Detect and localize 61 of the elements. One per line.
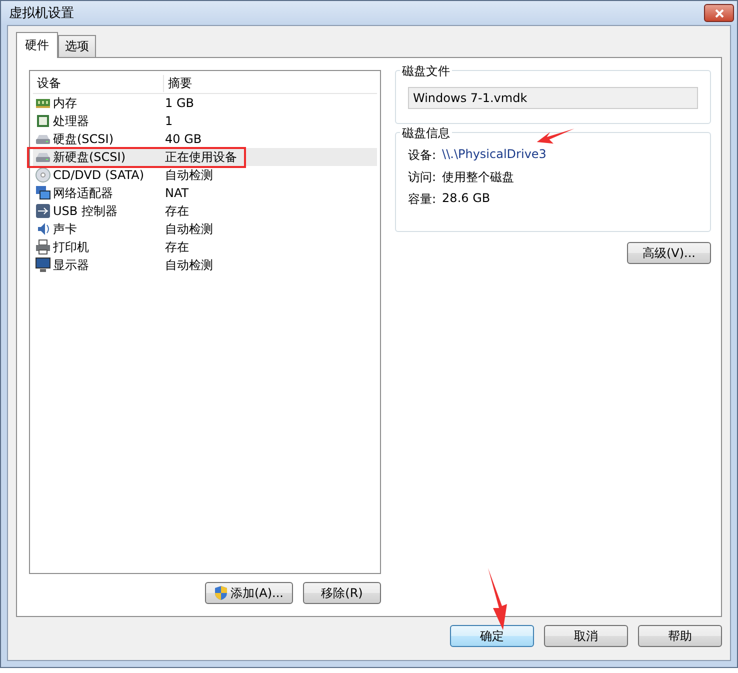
tab[interactable]: 选项 <box>58 35 96 57</box>
close-button[interactable] <box>704 4 734 22</box>
dialog-button[interactable]: 取消 <box>544 625 628 647</box>
printer-icon <box>35 239 51 255</box>
info-value: 28.6 GB <box>442 191 490 207</box>
device-row[interactable]: 处理器 1 <box>33 112 377 130</box>
device-name: 硬盘(SCSI) <box>53 130 114 148</box>
device-name: USB 控制器 <box>53 202 118 220</box>
advanced-button[interactable]: 高级(V)... <box>627 242 711 264</box>
file-field[interactable]: Windows 7-1.vmdk <box>408 87 698 109</box>
info-value: \\.\PhysicalDrive3 <box>442 147 546 163</box>
device-name: 内存 <box>53 94 77 112</box>
network-icon <box>35 185 51 201</box>
device-name: 网络适配器 <box>53 184 113 202</box>
close-icon <box>714 8 724 18</box>
device-name: CD/DVD (SATA) <box>53 168 144 182</box>
cpu-icon <box>35 113 51 129</box>
device-name: 声卡 <box>53 220 77 238</box>
device-name: 新硬盘(SCSI) <box>53 148 126 166</box>
dialog-button[interactable]: 确定 <box>450 625 534 647</box>
add-button[interactable]: 添加(A)... <box>205 582 293 604</box>
device-summary: 1 GB <box>165 96 194 110</box>
device-row[interactable]: USB 控制器 存在 <box>33 202 377 220</box>
info-value: 使用整个磁盘 <box>442 169 514 186</box>
device-row[interactable]: 内存 1 GB <box>33 94 377 112</box>
device-name: 处理器 <box>53 112 89 130</box>
device-row[interactable]: 硬盘(SCSI) 40 GB <box>33 130 377 148</box>
info-label: 访问: <box>408 169 436 186</box>
device-summary: 自动检测 <box>165 222 213 236</box>
column-header[interactable]: 设备 <box>33 74 164 92</box>
device-row[interactable]: 打印机 存在 <box>33 238 377 256</box>
device-summary: NAT <box>165 186 189 200</box>
device-summary: 自动检测 <box>165 258 213 272</box>
group-title: 磁盘信息 <box>400 125 452 142</box>
device-name: 打印机 <box>53 238 89 256</box>
sound-icon <box>35 221 51 237</box>
device-summary: 正在使用设备 <box>165 150 237 164</box>
device-summary: 存在 <box>165 240 189 254</box>
group-title: 磁盘文件 <box>400 63 452 80</box>
column-header[interactable]: 摘要 <box>164 74 377 92</box>
device-summary: 存在 <box>165 204 189 218</box>
device-row[interactable]: 显示器 自动检测 <box>33 256 377 274</box>
device-summary: 自动检测 <box>165 168 213 182</box>
device-row[interactable]: CD/DVD (SATA) 自动检测 <box>33 166 377 184</box>
device-name: 显示器 <box>53 256 89 274</box>
device-summary: 40 GB <box>165 132 202 146</box>
device-row[interactable]: 新硬盘(SCSI) 正在使用设备 <box>33 148 377 166</box>
arrow-drawing <box>485 568 509 630</box>
info-label: 设备: <box>408 147 436 164</box>
device-row[interactable]: 声卡 自动检测 <box>33 220 377 238</box>
usb-icon <box>35 203 51 219</box>
window-title: 虚拟机设置 <box>9 5 74 22</box>
device-row[interactable]: 网络适配器 NAT <box>33 184 377 202</box>
cdrom-icon <box>35 167 51 183</box>
display-icon <box>35 257 51 273</box>
device-summary: 1 <box>165 114 173 128</box>
remove-button[interactable]: 移除(R) <box>303 582 381 604</box>
dialog-button[interactable]: 帮助 <box>638 625 722 647</box>
tab[interactable]: 硬件 <box>16 32 58 58</box>
info-label: 容量: <box>408 191 436 208</box>
shield-icon <box>214 585 228 601</box>
